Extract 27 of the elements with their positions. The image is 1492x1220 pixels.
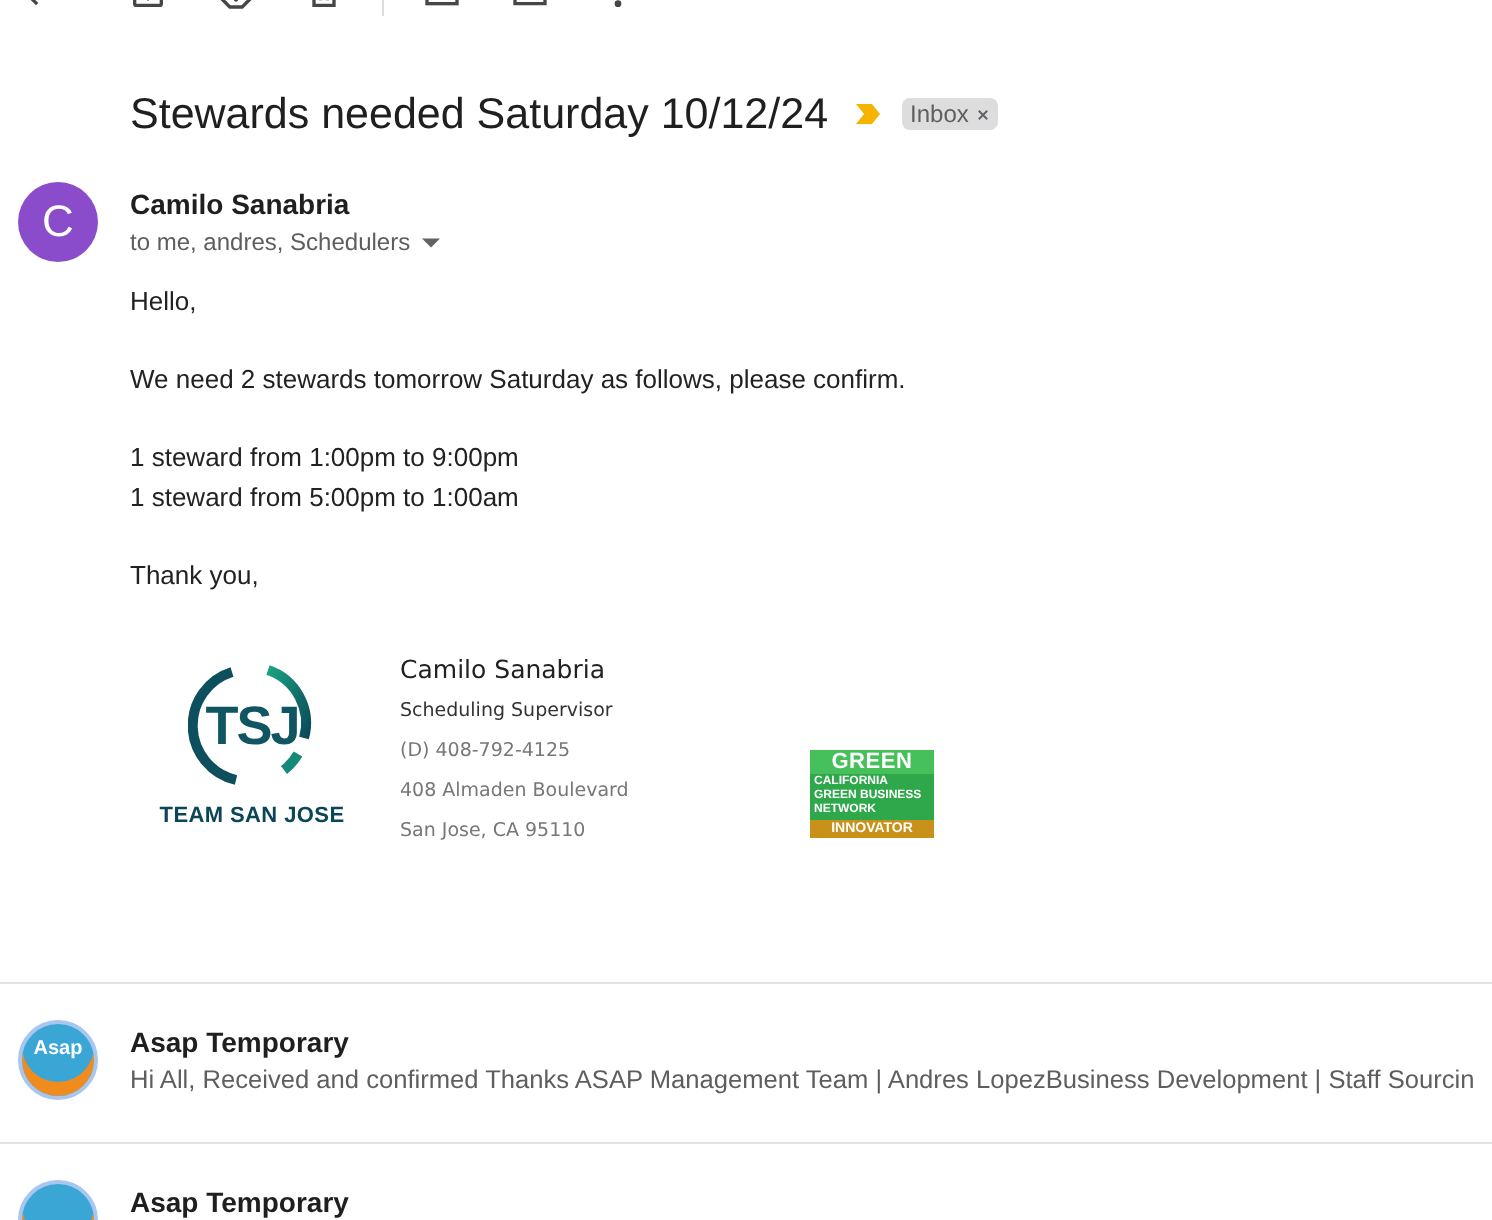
- logo-ring-drawing: [188, 662, 316, 790]
- signature-name: Camilo Sanabria: [400, 652, 608, 688]
- body-paragraph: We need 2 stewards tomorrow Saturday as follows, please confirm.: [130, 362, 908, 398]
- body-paragraph: 1 steward from 1:00pm to 9:00pm 1 steward from 5:00pm to 1:00am: [130, 440, 521, 516]
- sender-avatar: C: [18, 182, 98, 262]
- email-subject: Stewards needed Saturday 10/12/24: [130, 88, 829, 142]
- thread-message[interactable]: Asap Temporary: [0, 1144, 1492, 1220]
- thread-sender: Asap Temporary: [130, 1186, 349, 1218]
- logo-wordmark: TEAM SAN JOSE: [159, 802, 345, 830]
- logo-monogram: TSJ: [205, 696, 299, 756]
- signature-detail: 408 Almaden Boulevard: [400, 778, 631, 806]
- sender-logo: Asap: [18, 1020, 98, 1100]
- importance-marker-icon[interactable]: [856, 104, 881, 124]
- recipients-text: to me, andres, Schedulers: [130, 226, 411, 258]
- signature-detail: San Jose, CA 95110: [400, 818, 588, 846]
- thread-message[interactable]: Asap Asap Temporary Hi All, Received and confirmed Thanks ASAP Management Team | Andres LopezBusiness Development | Staff Sourcin: [0, 984, 1492, 1144]
- badge-title: GREEN: [810, 750, 934, 774]
- signature-title: Scheduling Supervisor: [400, 698, 615, 726]
- close-icon[interactable]: [976, 107, 991, 121]
- label-chip[interactable]: Inbox: [902, 98, 999, 130]
- signature-detail: (D) 408-792-4125: [400, 738, 573, 766]
- thread-sender: Asap Temporary: [130, 1026, 351, 1058]
- body-paragraph: Thank you,: [130, 557, 261, 594]
- body-paragraph: Hello,: [130, 284, 199, 320]
- message-snippet: Hi All, Received and confirmed Thanks ASAP Management Team | Andres LopezBusiness Development | Staff Sourcin: [130, 1062, 1475, 1098]
- sender-name: Camilo Sanabria: [130, 186, 352, 222]
- caret-icon[interactable]: [422, 237, 441, 247]
